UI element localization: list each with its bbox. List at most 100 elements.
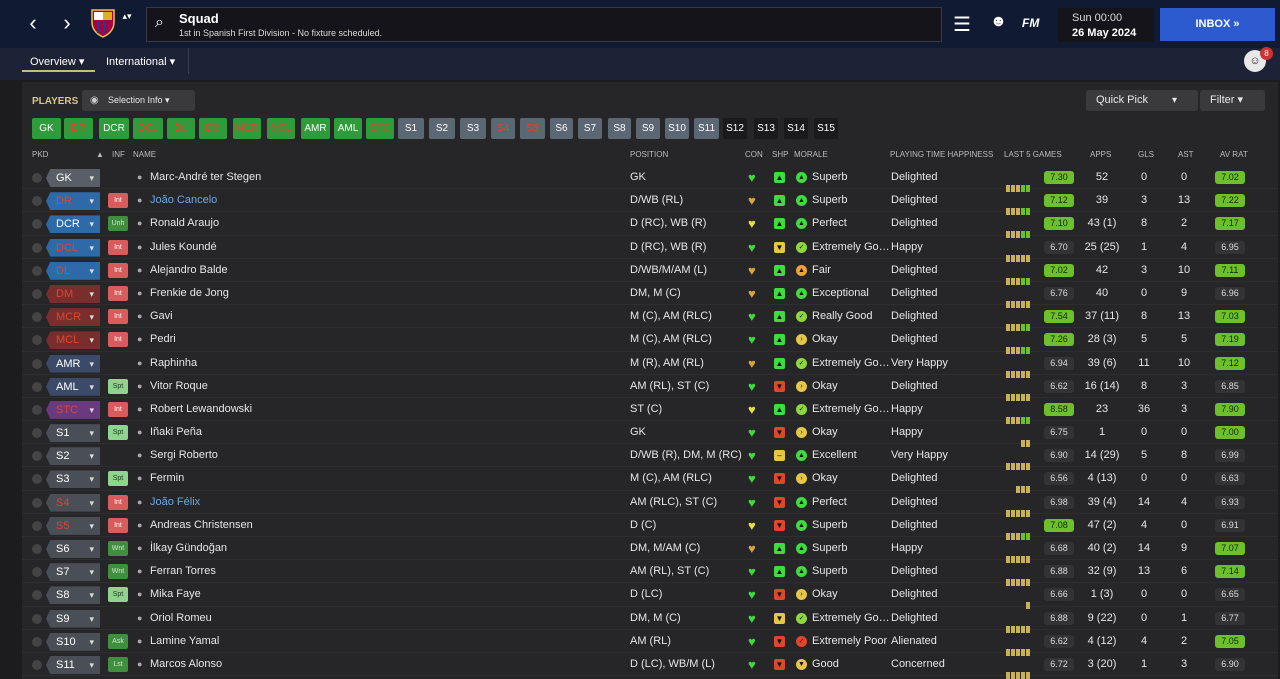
info-badge[interactable]: Wnt: [108, 564, 128, 580]
player-name[interactable]: Fermin: [150, 467, 184, 490]
position-select[interactable]: AML ▾: [46, 377, 100, 396]
info-badge[interactable]: Spt: [108, 587, 128, 603]
position-chip[interactable]: S7: [578, 118, 602, 139]
pick-toggle[interactable]: [32, 497, 42, 508]
table-row[interactable]: S7 ▾ Wnt ● Ferran Torres AM (RL), ST (C) ♥ ▲ ▲ Su…: [22, 560, 1278, 587]
table-row[interactable]: STC ▾ Int ● Robert Lewandowski ST (C) ♥ ▲ ✓ Extre…: [22, 398, 1278, 424]
player-name[interactable]: Ronald Araujo: [150, 212, 219, 235]
info-badge[interactable]: Int: [108, 262, 128, 278]
inbox-button[interactable]: INBOX »: [1160, 8, 1275, 41]
position-select[interactable]: S8 ▾: [46, 586, 100, 605]
player-name[interactable]: Iñaki Peña: [150, 421, 202, 444]
pick-toggle[interactable]: [32, 335, 42, 346]
pick-toggle[interactable]: [32, 544, 42, 554]
position-select[interactable]: S11 ▾: [46, 655, 100, 674]
player-name[interactable]: Gavi: [150, 305, 173, 328]
position-select[interactable]: S3 ▾: [46, 470, 100, 489]
pick-toggle[interactable]: [32, 312, 42, 323]
col-last-5-games[interactable]: LAST 5 GAMES: [1004, 150, 1062, 159]
table-row[interactable]: DR ▾ Int ● João Cancelo D/WB (RL) ♥ ▲ ▲ Superb Del…: [22, 189, 1278, 216]
position-select[interactable]: DM ▾: [46, 284, 100, 303]
table-row[interactable]: MCL ▾ Int ● Pedri M (C), AM (RLC) ♥ ▲ › Okay Delig…: [22, 328, 1278, 355]
pick-toggle[interactable]: [32, 265, 42, 276]
table-row[interactable]: AMR ▾ ● Raphinha M (R), AM (RL) ♥ ▲ ✓ Extremely …: [22, 352, 1278, 378]
pick-toggle[interactable]: [32, 358, 42, 369]
pick-toggle[interactable]: [32, 428, 42, 439]
table-row[interactable]: DCL ▾ Int ● Jules Koundé D (RC), WB (R) ♥ ▼ ✓ Ext…: [22, 236, 1278, 262]
col-morale[interactable]: MORALE: [794, 150, 828, 159]
pick-toggle[interactable]: [32, 381, 42, 392]
pick-toggle[interactable]: [32, 173, 42, 183]
player-name[interactable]: Robert Lewandowski: [150, 398, 252, 421]
position-select[interactable]: S10 ▾: [46, 632, 100, 651]
player-name[interactable]: Oriol Romeu: [150, 607, 212, 630]
player-name[interactable]: Alejandro Balde: [150, 259, 228, 282]
position-chip[interactable]: STC: [366, 118, 394, 139]
player-name[interactable]: Vitor Roque: [150, 375, 208, 398]
info-badge[interactable]: Int: [108, 494, 128, 510]
table-row[interactable]: GK ▾ ● Marc-André ter Stegen GK ♥ ▲ ▲ Superb Deli…: [22, 166, 1278, 192]
info-badge[interactable]: Int: [108, 401, 128, 417]
table-row[interactable]: S6 ▾ Wnt ● İlkay Gündoğan DM, M/AM (C) ♥ ▲ ▲ Supe…: [22, 537, 1278, 563]
player-name[interactable]: Mika Faye: [150, 583, 201, 606]
position-chip[interactable]: S11: [694, 118, 719, 139]
position-select[interactable]: MCL ▾: [46, 331, 100, 350]
info-badge[interactable]: Wnt: [108, 541, 128, 556]
club-switch-arrows-icon[interactable]: ▴▾: [120, 10, 134, 38]
info-badge[interactable]: Int: [108, 332, 128, 348]
info-badge[interactable]: Int: [108, 517, 128, 533]
pick-toggle[interactable]: [32, 196, 42, 207]
pick-toggle[interactable]: [32, 242, 42, 253]
search-box[interactable]: ⌕ Squad 1st in Spanish First Division - …: [146, 7, 942, 42]
position-chip[interactable]: AMR: [301, 118, 330, 139]
position-chip[interactable]: DCL: [133, 118, 163, 139]
pick-toggle[interactable]: [32, 520, 42, 531]
info-badge[interactable]: Lst: [108, 656, 128, 672]
col-playing-time-happiness[interactable]: PLAYING TIME HAPPINESS: [890, 150, 993, 159]
pick-toggle[interactable]: [32, 590, 42, 601]
position-select[interactable]: GK ▾: [46, 169, 100, 187]
player-name[interactable]: Marc-André ter Stegen: [150, 166, 261, 189]
table-row[interactable]: S10 ▾ Ask ● Lamine Yamal AM (RL) ♥ ▼ ✓ Extremely …: [22, 630, 1278, 656]
col-shp[interactable]: SHP: [772, 150, 788, 159]
player-name[interactable]: Marcos Alonso: [150, 653, 222, 676]
position-select[interactable]: AMR ▾: [46, 354, 100, 373]
table-row[interactable]: S1 ▾ Spt ● Iñaki Peña GK ♥ ▼ › Okay Happy 6.75 1 0 0 7.…: [22, 421, 1278, 448]
position-chip[interactable]: S13: [754, 118, 778, 139]
col-gls[interactable]: GLS: [1138, 150, 1154, 159]
selection-info-button[interactable]: ◉ Selection Info ▾: [82, 90, 195, 111]
position-chip[interactable]: S4: [491, 118, 515, 139]
table-row[interactable]: AML ▾ Spt ● Vitor Roque AM (RL), ST (C) ♥ ▼ › Oka…: [22, 375, 1278, 401]
pick-toggle[interactable]: [32, 404, 42, 415]
manager-icon[interactable]: ☻: [990, 13, 1007, 31]
table-row[interactable]: DL ▾ Int ● Alejandro Balde D/WB/M/AM (L) ♥ ▲ ▲ Fa…: [22, 259, 1278, 285]
table-row[interactable]: S8 ▾ Spt ● Mika Faye D (LC) ♥ ▼ › Okay Delighted 6.…: [22, 583, 1278, 610]
position-chip[interactable]: S5: [520, 118, 545, 139]
player-name[interactable]: Sergi Roberto: [150, 444, 218, 467]
position-select[interactable]: DCR ▾: [46, 215, 100, 234]
info-badge[interactable]: Int: [108, 193, 128, 209]
position-chip[interactable]: MCL: [267, 118, 295, 139]
player-name[interactable]: Jules Koundé: [150, 236, 217, 259]
col-apps[interactable]: APPS: [1090, 150, 1111, 159]
position-chip[interactable]: S14: [784, 118, 808, 139]
info-badge[interactable]: Spt: [108, 471, 128, 487]
pick-toggle[interactable]: [32, 288, 42, 299]
position-chip[interactable]: S9: [636, 118, 660, 139]
quick-pick-button[interactable]: Quick Pick ▾: [1086, 90, 1198, 111]
menu-icon[interactable]: ☰: [953, 12, 971, 37]
position-chip[interactable]: S6: [550, 118, 573, 139]
date-display[interactable]: Sun 00:00 26 May 2024: [1058, 8, 1154, 42]
player-name[interactable]: Pedri: [150, 328, 176, 351]
position-chip[interactable]: S2: [429, 118, 455, 139]
pick-toggle[interactable]: [32, 451, 42, 462]
col-pkd[interactable]: PKD: [32, 150, 48, 159]
position-select[interactable]: S5 ▾: [46, 516, 100, 535]
position-select[interactable]: DR ▾: [46, 192, 100, 211]
table-row[interactable]: S2 ▾ ● Sergi Roberto D/WB (R), DM, M (RC) ♥ – ▲…: [22, 444, 1278, 471]
player-name[interactable]: Raphinha: [150, 352, 197, 375]
position-chip[interactable]: MCR: [233, 118, 261, 139]
info-badge[interactable]: Spt: [108, 425, 128, 441]
info-badge[interactable]: Int: [108, 285, 128, 301]
player-name[interactable]: Lamine Yamal: [150, 630, 219, 653]
